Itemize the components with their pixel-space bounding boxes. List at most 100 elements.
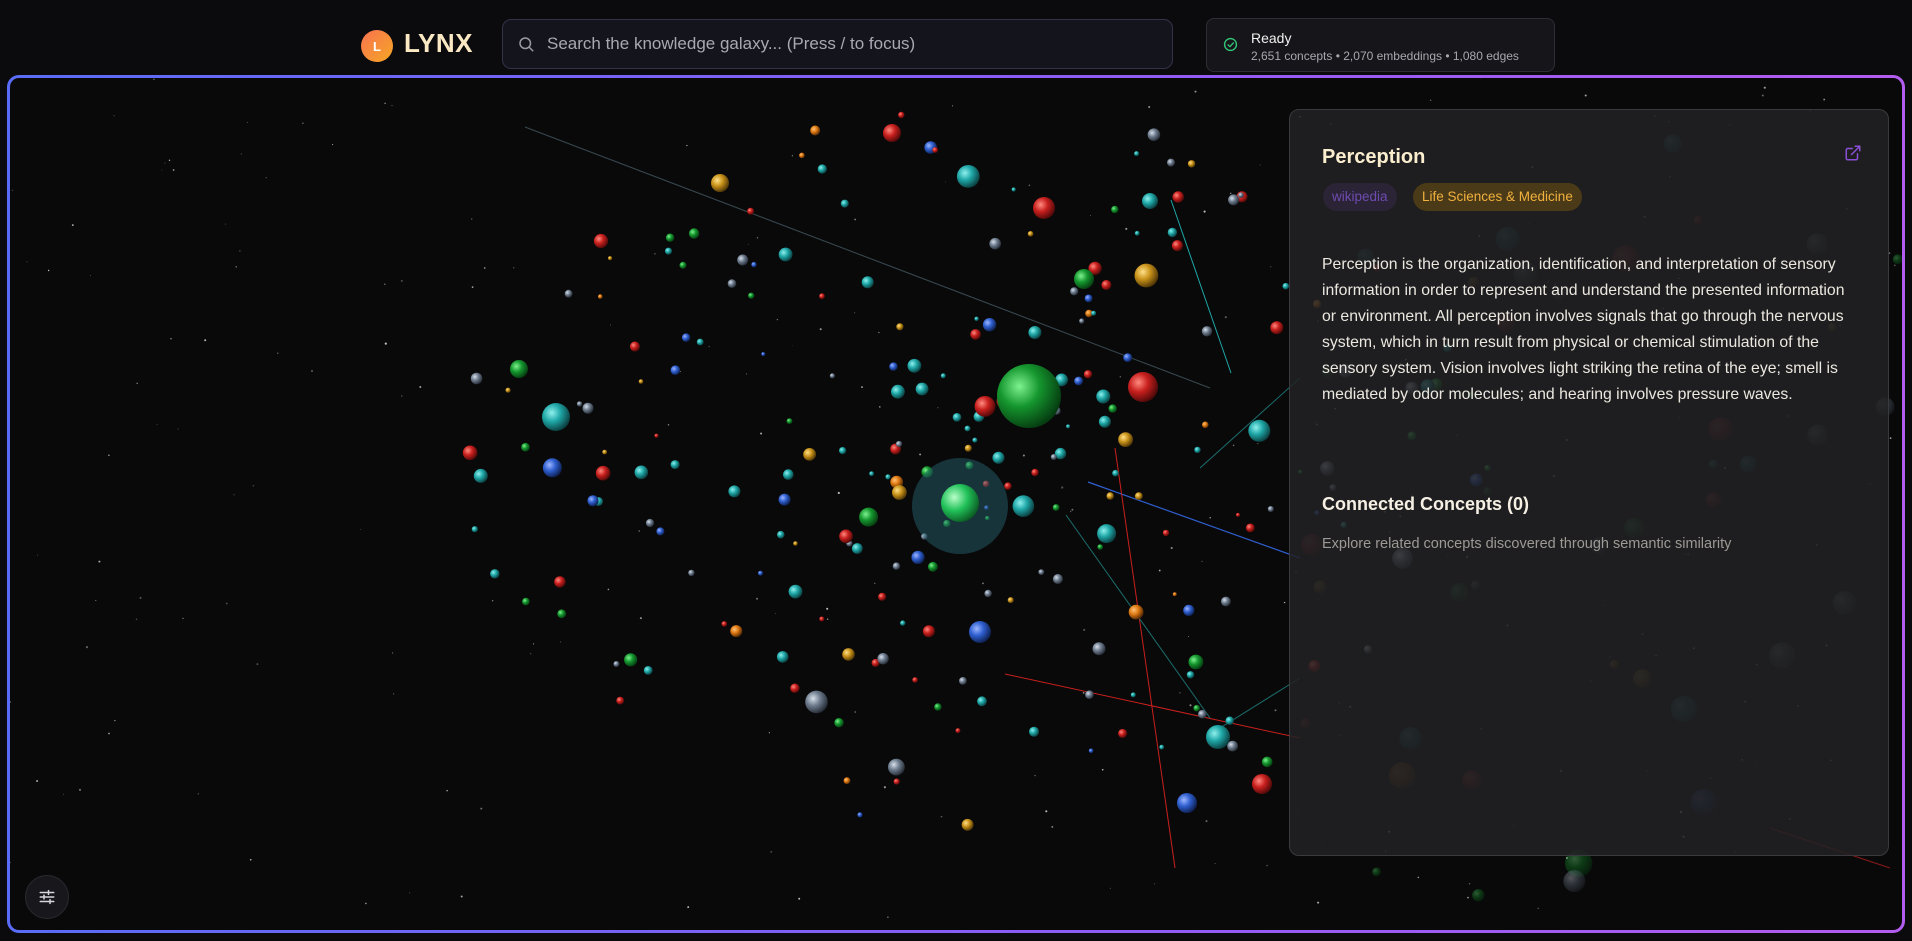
concept-node[interactable] xyxy=(608,256,613,261)
concept-node[interactable] xyxy=(840,199,849,208)
concept-node[interactable] xyxy=(582,402,594,414)
concept-node[interactable] xyxy=(1029,726,1039,737)
concept-node[interactable] xyxy=(1123,353,1133,362)
concept-node[interactable] xyxy=(992,451,1005,464)
concept-node[interactable] xyxy=(778,493,791,506)
concept-node[interactable] xyxy=(1038,569,1045,575)
concept-node[interactable] xyxy=(786,418,793,424)
concept-node[interactable] xyxy=(1091,310,1097,316)
concept-node[interactable] xyxy=(634,465,649,480)
concept-node[interactable] xyxy=(778,247,793,262)
concept-node[interactable] xyxy=(834,718,844,728)
concept-node[interactable] xyxy=(900,620,906,626)
selected-node[interactable] xyxy=(912,458,1008,554)
concept-node[interactable] xyxy=(1118,432,1133,447)
concept-node[interactable] xyxy=(1083,370,1093,379)
concept-node[interactable] xyxy=(972,437,978,443)
concept-node[interactable] xyxy=(1201,326,1213,337)
concept-node[interactable] xyxy=(1027,231,1034,237)
concept-node[interactable] xyxy=(1563,870,1586,893)
concept-node[interactable] xyxy=(624,653,638,667)
concept-node[interactable] xyxy=(1167,158,1175,167)
concept-node[interactable] xyxy=(1130,692,1136,698)
concept-node[interactable] xyxy=(1236,512,1240,517)
concept-node[interactable] xyxy=(959,677,967,685)
concept-node[interactable] xyxy=(810,125,821,136)
concept-node[interactable] xyxy=(1031,468,1039,477)
app-name[interactable]: LYNX xyxy=(404,28,473,59)
concept-node[interactable] xyxy=(737,254,749,266)
concept-node[interactable] xyxy=(877,653,889,665)
concept-node[interactable] xyxy=(888,758,905,776)
concept-node[interactable] xyxy=(490,569,500,579)
concept-node[interactable] xyxy=(1892,254,1902,265)
concept-node[interactable] xyxy=(934,703,942,711)
concept-node[interactable] xyxy=(1261,756,1273,768)
concept-node[interactable] xyxy=(819,293,825,300)
concept-node[interactable] xyxy=(542,458,562,478)
concept-node[interactable] xyxy=(711,174,729,192)
concept-node[interactable] xyxy=(1004,482,1012,490)
concept-node[interactable] xyxy=(1101,280,1112,290)
concept-node[interactable] xyxy=(790,683,800,693)
concept-node[interactable] xyxy=(1084,294,1093,303)
concept-node[interactable] xyxy=(595,465,611,481)
concept-node[interactable] xyxy=(891,384,905,399)
concept-node[interactable] xyxy=(1162,529,1170,537)
concept-node[interactable] xyxy=(645,518,655,528)
concept-node[interactable] xyxy=(1186,671,1195,679)
concept-node[interactable] xyxy=(665,233,675,242)
concept-node[interactable] xyxy=(892,562,901,570)
settings-button[interactable] xyxy=(25,875,69,919)
concept-node[interactable] xyxy=(997,364,1061,428)
concept-node[interactable] xyxy=(896,323,904,331)
concept-node[interactable] xyxy=(977,696,987,707)
concept-node[interactable] xyxy=(783,469,794,480)
concept-node[interactable] xyxy=(758,570,763,576)
concept-node[interactable] xyxy=(1134,151,1140,157)
concept-node[interactable] xyxy=(1248,419,1271,442)
concept-node[interactable] xyxy=(892,485,907,500)
concept-node[interactable] xyxy=(510,360,528,378)
concept-node[interactable] xyxy=(857,812,863,818)
concept-node[interactable] xyxy=(1193,704,1200,712)
concept-node[interactable] xyxy=(679,261,687,269)
concept-node[interactable] xyxy=(730,625,743,638)
concept-node[interactable] xyxy=(521,442,530,452)
concept-node[interactable] xyxy=(869,471,874,477)
concept-node[interactable] xyxy=(1172,592,1177,597)
concept-node[interactable] xyxy=(761,352,766,357)
concept-node[interactable] xyxy=(751,261,757,268)
concept-node[interactable] xyxy=(1177,793,1197,813)
concept-node[interactable] xyxy=(1052,574,1063,584)
concept-node[interactable] xyxy=(839,447,847,455)
concept-node[interactable] xyxy=(1172,191,1184,203)
concept-node[interactable] xyxy=(688,228,700,239)
concept-node[interactable] xyxy=(1206,725,1230,749)
concept-node[interactable] xyxy=(893,778,900,785)
concept-node[interactable] xyxy=(471,526,478,533)
concept-node[interactable] xyxy=(587,495,599,507)
concept-node[interactable] xyxy=(1245,523,1255,533)
concept-node[interactable] xyxy=(964,425,971,432)
concept-node[interactable] xyxy=(554,576,566,588)
concept-node[interactable] xyxy=(564,289,573,298)
concept-node[interactable] xyxy=(1238,192,1244,198)
concept-node[interactable] xyxy=(470,372,483,385)
concept-node[interactable] xyxy=(842,648,855,661)
concept-node[interactable] xyxy=(777,530,785,539)
concept-node[interactable] xyxy=(728,485,741,498)
concept-node[interactable] xyxy=(928,561,938,572)
concept-node[interactable] xyxy=(654,433,659,438)
concept-node[interactable] xyxy=(1142,193,1158,209)
concept-node[interactable] xyxy=(1070,287,1079,296)
concept-node[interactable] xyxy=(1202,421,1209,429)
concept-node[interactable] xyxy=(1052,504,1060,511)
concept-node[interactable] xyxy=(1147,128,1161,141)
concept-node[interactable] xyxy=(1074,376,1083,386)
search-input[interactable] xyxy=(545,33,1149,55)
concept-node[interactable] xyxy=(616,696,625,705)
concept-node[interactable] xyxy=(557,609,567,619)
concept-node[interactable] xyxy=(955,728,961,734)
galaxy-canvas[interactable]: Perception wikipedia Life Sciences & Med… xyxy=(7,75,1905,933)
